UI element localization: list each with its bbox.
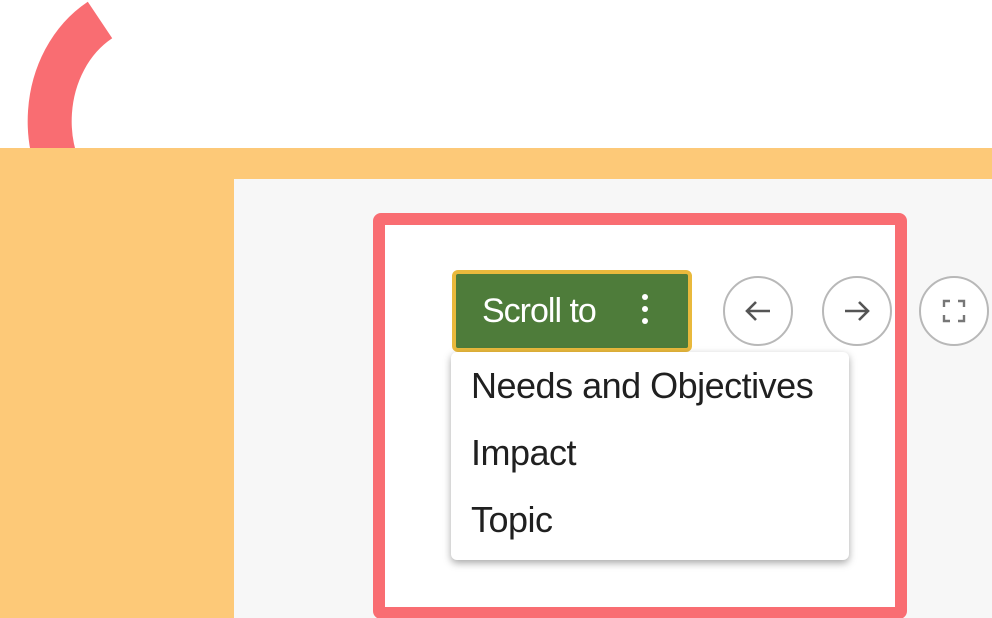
scroll-to-dropdown-menu: Needs and Objectives Impact Topic: [451, 352, 849, 560]
menu-item-topic[interactable]: Topic: [451, 494, 849, 561]
next-button[interactable]: [822, 276, 892, 346]
scroll-to-label: Scroll to: [482, 291, 597, 330]
screenshot-stage: Scroll to Needs and Objectives Impact To…: [0, 0, 992, 618]
scroll-to-button[interactable]: Scroll to: [452, 270, 692, 352]
kebab-menu-icon: [642, 294, 648, 324]
previous-button[interactable]: [723, 276, 793, 346]
menu-item-needs-and-objectives[interactable]: Needs and Objectives: [451, 360, 849, 427]
arrow-right-icon: [845, 301, 870, 321]
menu-item-impact[interactable]: Impact: [451, 427, 849, 494]
arrow-left-icon: [745, 301, 770, 321]
fullscreen-button[interactable]: [919, 276, 989, 346]
expand-icon: [942, 299, 966, 323]
